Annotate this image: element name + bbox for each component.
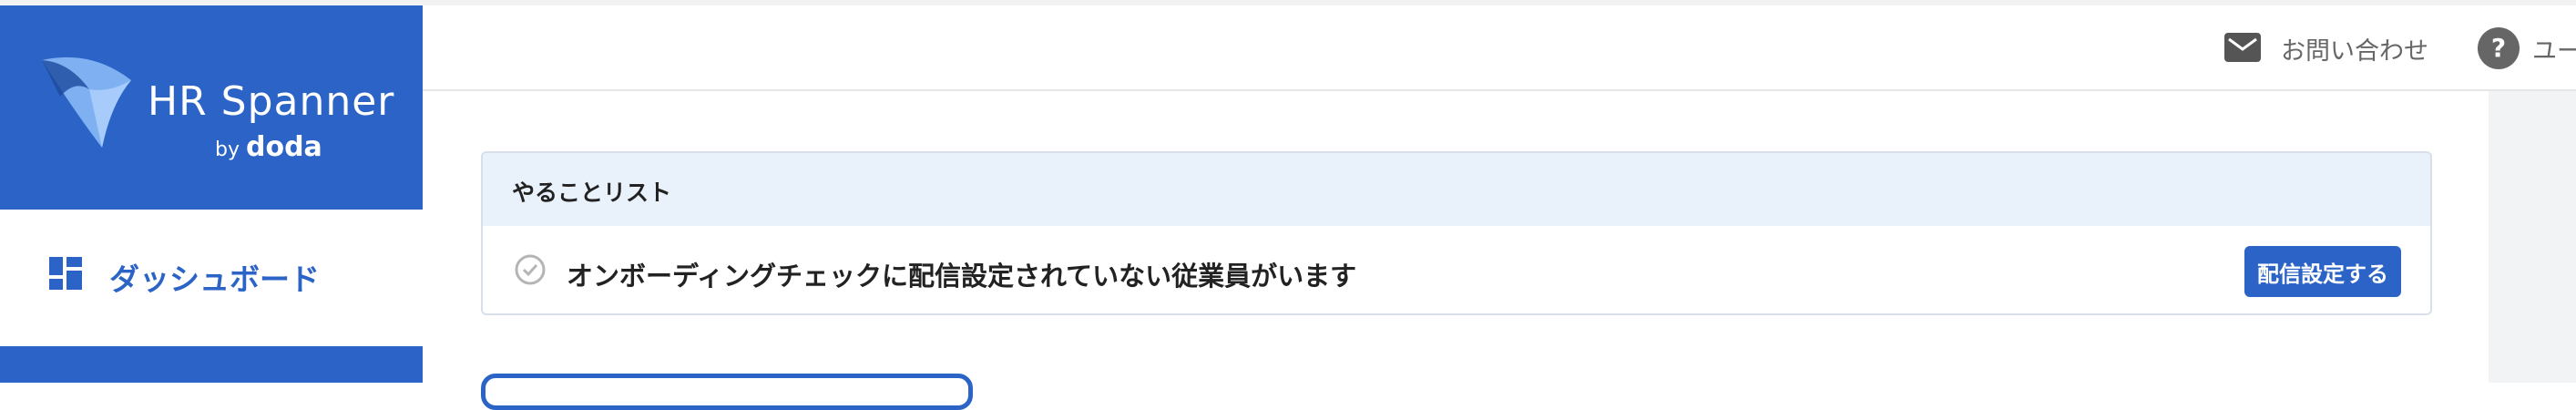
sidebar-item-dashboard[interactable]: ダッシュボード (0, 210, 423, 346)
check-circle-icon (515, 254, 546, 285)
top-header: お問い合わせ ? ユー (423, 5, 2576, 91)
svg-text:?: ? (2491, 33, 2506, 63)
todo-header: やることリスト (483, 153, 2430, 226)
next-section-card (481, 374, 973, 410)
todo-item: オンボーディングチェックに配信設定されていない従業員がいます 配信設定する (483, 226, 2430, 313)
todo-card: やることリスト オンボーディングチェックに配信設定されていない従業員がいます 配… (481, 151, 2432, 315)
dashboard-icon (49, 257, 82, 290)
sidebar: HR Spanner by doda ダッシュボード (0, 5, 423, 383)
mail-icon[interactable] (2224, 33, 2261, 62)
brand-name: HR Spanner (148, 78, 395, 125)
contact-link[interactable]: お問い合わせ (2281, 31, 2428, 67)
help-icon[interactable]: ? (2478, 27, 2520, 69)
brand-doda: doda (246, 131, 322, 163)
brand-by: by (215, 138, 240, 161)
right-gutter (2489, 91, 2576, 383)
todo-title: やることリスト (512, 179, 672, 206)
sidebar-item-label: ダッシュボード (109, 261, 320, 297)
help-link[interactable]: ユー (2532, 31, 2576, 67)
sidebar-item-next[interactable] (0, 346, 423, 383)
hr-spanner-logo-icon (42, 56, 131, 148)
todo-item-text: オンボーディングチェックに配信設定されていない従業員がいます (567, 261, 1357, 292)
logo[interactable]: HR Spanner by doda (0, 5, 423, 210)
delivery-settings-button[interactable]: 配信設定する (2244, 246, 2401, 297)
